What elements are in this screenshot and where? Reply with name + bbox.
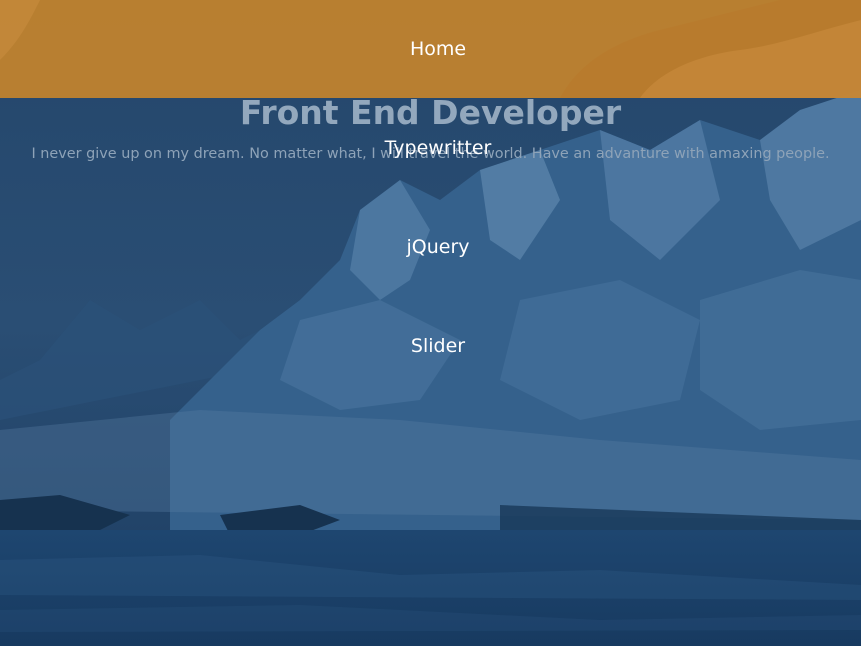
nav-item-home[interactable]: Home bbox=[0, 34, 861, 64]
nav-item-slider[interactable]: Slider bbox=[0, 331, 861, 361]
nav-item-jquery[interactable]: jQuery bbox=[0, 232, 861, 262]
nav-item-typewritter[interactable]: Typewritter bbox=[0, 133, 861, 163]
